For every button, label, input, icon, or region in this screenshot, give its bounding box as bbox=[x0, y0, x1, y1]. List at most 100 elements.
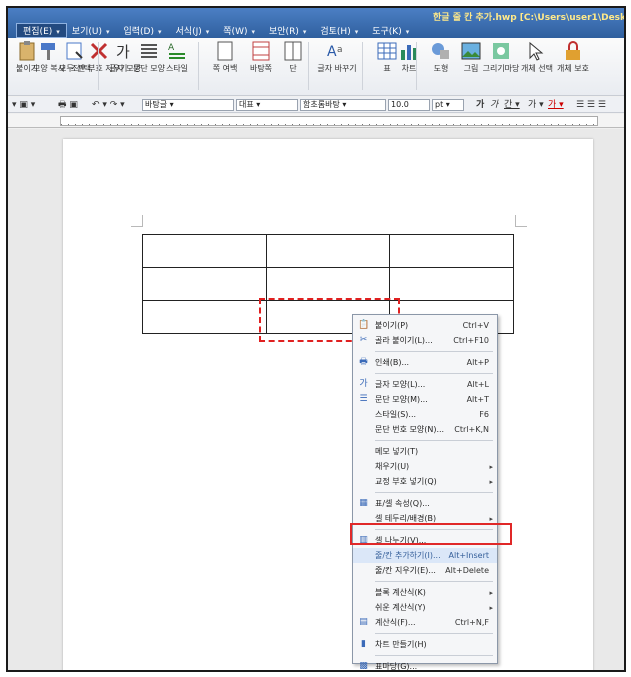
menu-item[interactable]: 서식(J) ▾ bbox=[171, 24, 219, 37]
context-menu-item[interactable]: 블록 계산식(K) ▸ bbox=[353, 585, 497, 600]
font-select[interactable]: 함초롬바탕 ▾ bbox=[300, 99, 386, 111]
page-corner-mark bbox=[515, 215, 527, 227]
ribbon-button[interactable]: 차트 bbox=[392, 40, 426, 73]
context-menu-item[interactable]: 문단 번호 모양(N)... Ctrl+K,N bbox=[353, 422, 497, 437]
style-select[interactable]: 바탕글 ▾ bbox=[142, 99, 234, 111]
strike-button[interactable]: 가 ▾ bbox=[528, 99, 544, 111]
menu-item[interactable]: 보기(U) ▾ bbox=[67, 24, 119, 37]
object-select-icon bbox=[529, 41, 544, 61]
ribbon-button[interactable]: 도형 bbox=[424, 40, 458, 73]
ribbon-button[interactable]: 쪽 여백 bbox=[208, 40, 242, 73]
menu-item[interactable]: 보안(R) ▾ bbox=[264, 24, 315, 37]
size-select[interactable]: 10.0 bbox=[388, 99, 430, 111]
ribbon-divider bbox=[98, 42, 99, 90]
submenu-arrow-icon: ▸ bbox=[489, 462, 493, 471]
table-cell[interactable] bbox=[389, 267, 514, 301]
svg-text:A: A bbox=[327, 44, 337, 60]
context-menu-item[interactable]: 채우기(U) ▸ bbox=[353, 459, 497, 474]
svg-text:a: a bbox=[337, 45, 343, 55]
ribbon-button-label: 그리기마당 bbox=[482, 64, 520, 73]
ribbon-button-label: 차트 bbox=[401, 64, 417, 73]
context-menu-item[interactable]: ▦ 표/셀 속성(Q)... bbox=[353, 496, 497, 511]
table-cell[interactable] bbox=[265, 267, 391, 301]
menu-item[interactable]: 쪽(W) ▾ bbox=[218, 24, 264, 37]
context-menu-item[interactable]: 교정 부호 넣기(Q) ▸ bbox=[353, 474, 497, 489]
ribbon-button[interactable]: Aa 글자 바꾸기 bbox=[317, 40, 357, 73]
context-menu-item[interactable]: 줄/칸 추가하기(I)... Alt+Insert bbox=[353, 548, 497, 563]
context-menu-item[interactable]: 🖶 인쇄(B)... Alt+P bbox=[353, 355, 497, 370]
submenu-arrow-icon: ▸ bbox=[489, 603, 493, 612]
menu-bar: 편집(E) ▾ 보기(U) ▾ 입력(D) ▾ 서식(J) ▾ 쪽(W) ▾ 보안(R) ▾ 검토(H)… bbox=[8, 22, 418, 38]
document-area[interactable] bbox=[8, 129, 624, 670]
menu-item[interactable]: 편집(E) ▾ bbox=[16, 22, 67, 38]
app-window: 한글 줄 칸 추가.hwp [C:\Users\user1\Desktop\ 편… bbox=[6, 6, 626, 672]
ribbon-button[interactable]: 바탕쪽 bbox=[244, 40, 278, 73]
format-toolbar: ▾ ▣ ▾ 🖶 ▣ ↶ ▾ ↷ ▾ 바탕글 ▾ 대표 ▾ 함초롬바탕 ▾ 10.… bbox=[8, 97, 624, 113]
table-cell[interactable] bbox=[389, 234, 514, 268]
chevron-down-icon: ▾ bbox=[405, 27, 410, 36]
underline-button[interactable]: 간 ▾ bbox=[504, 99, 520, 111]
context-menu-item-label: 붙이기(P) bbox=[375, 321, 409, 330]
ribbon-divider bbox=[198, 42, 199, 90]
table-cell[interactable] bbox=[142, 267, 267, 301]
context-menu-item-label: 쉬운 계산식(Y) bbox=[375, 603, 426, 612]
align-icons[interactable]: ☰ ☰ ☰ bbox=[576, 99, 606, 111]
ribbon-button[interactable]: A 스타일 bbox=[160, 40, 194, 73]
context-menu-item[interactable]: ✂ 골라 붙이기(L)... Ctrl+F10 bbox=[353, 333, 497, 348]
context-menu-item[interactable]: ☰ 문단 모양(M)... Alt+T bbox=[353, 392, 497, 407]
chart-icon: ▮ bbox=[361, 639, 366, 649]
ribbon-divider bbox=[416, 42, 417, 90]
ribbon-button-label: 쪽 여백 bbox=[212, 64, 238, 73]
chevron-down-icon: ▾ bbox=[56, 27, 60, 36]
chevron-down-icon: ▾ bbox=[251, 27, 255, 36]
bold-button[interactable]: 가 bbox=[476, 99, 484, 111]
shape-icon bbox=[432, 43, 449, 59]
font-color-button[interactable]: 가 ▾ bbox=[548, 99, 564, 111]
shortcut-label: Alt+P bbox=[466, 358, 489, 367]
menu-item-label: 쪽(W) bbox=[223, 26, 248, 37]
undo-icon[interactable]: ↶ ▾ ↷ ▾ bbox=[92, 99, 125, 111]
clear-codes-icon bbox=[90, 42, 108, 60]
context-menu-item[interactable]: ▮ 차트 만들기(H) bbox=[353, 637, 497, 652]
ribbon-button[interactable]: 개체 보호 bbox=[556, 40, 590, 73]
table-cell[interactable] bbox=[142, 234, 267, 268]
table-cell[interactable] bbox=[142, 300, 267, 334]
clipart-icon bbox=[493, 43, 509, 59]
menu-separator bbox=[375, 655, 493, 656]
object-protect-icon bbox=[566, 41, 580, 60]
ribbon-button[interactable]: 그리기마당 bbox=[482, 40, 520, 73]
menu-item[interactable]: 검토(H) ▾ bbox=[315, 24, 367, 37]
context-menu-item[interactable]: 📋 붙이기(P) Ctrl+V bbox=[353, 318, 497, 333]
ribbon-divider bbox=[308, 42, 309, 90]
italic-button[interactable]: 가 bbox=[490, 99, 498, 111]
table-row bbox=[142, 234, 514, 268]
table-cell[interactable] bbox=[265, 234, 391, 268]
context-menu-item[interactable]: 쉬운 계산식(Y) ▸ bbox=[353, 600, 497, 615]
menu-separator bbox=[375, 492, 493, 493]
para-shape-icon: ☰ bbox=[359, 394, 368, 404]
context-menu-item[interactable]: 줄/칸 지우기(E)... Alt+Delete bbox=[353, 563, 497, 578]
page-margin-icon bbox=[217, 41, 233, 61]
ribbon-button-label: 글자 바꾸기 bbox=[317, 64, 357, 73]
menu-item[interactable]: 입력(D) ▾ bbox=[118, 24, 170, 37]
ribbon-button[interactable]: 단 bbox=[276, 40, 310, 73]
context-menu-item[interactable]: 가 글자 모양(L)... Alt+L bbox=[353, 377, 497, 392]
context-menu-item[interactable]: 메모 넣기(T) bbox=[353, 444, 497, 459]
context-menu-item[interactable]: ▩ 표마당(G)... bbox=[353, 659, 497, 670]
new-doc-icon[interactable]: ▾ ▣ ▾ bbox=[12, 99, 35, 111]
document-page[interactable] bbox=[63, 139, 593, 670]
chevron-down-icon: ▾ bbox=[302, 27, 307, 36]
context-menu-item[interactable]: 스타일(S)... F6 bbox=[353, 407, 497, 422]
menu-item[interactable]: 도구(K) ▾ bbox=[367, 24, 418, 37]
unit-value: pt bbox=[435, 100, 444, 109]
shortcut-label: Ctrl+V bbox=[462, 321, 489, 330]
font-value: 함초롬바탕 bbox=[303, 100, 340, 109]
shortcut-label: Ctrl+N,F bbox=[454, 618, 489, 627]
ribbon-button[interactable]: 개체 선택 bbox=[520, 40, 554, 73]
print-preview-icon[interactable]: 🖶 ▣ bbox=[58, 99, 78, 111]
unit-select[interactable]: pt ▾ bbox=[432, 99, 464, 111]
menu-separator bbox=[375, 373, 493, 374]
shortcut-label: Alt+T bbox=[466, 395, 489, 404]
lang-select[interactable]: 대표 ▾ bbox=[236, 99, 298, 111]
context-menu-item[interactable]: ▤ 계산식(F)... Ctrl+N,F bbox=[353, 615, 497, 630]
